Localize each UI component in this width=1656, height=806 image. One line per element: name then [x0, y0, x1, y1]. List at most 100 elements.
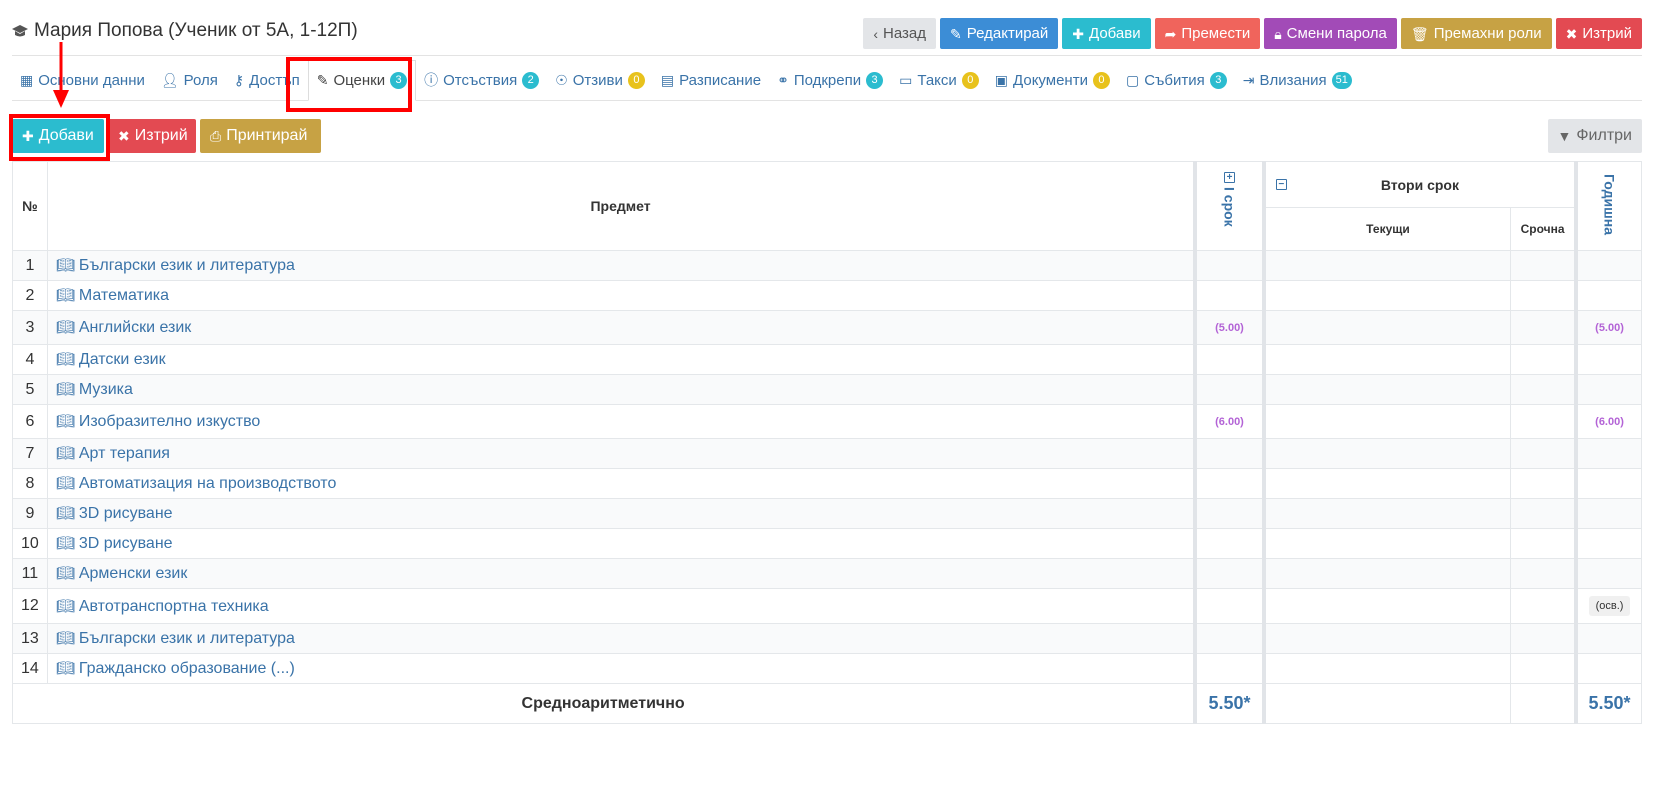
subject-name[interactable]: Автотранспортна техника	[79, 598, 269, 615]
current-grades[interactable]	[1261, 438, 1512, 469]
annual-grade[interactable]	[1574, 468, 1643, 499]
term-grade[interactable]	[1510, 438, 1577, 469]
edit-button[interactable]: ✎ Редактирай	[940, 18, 1059, 49]
col-term1-header[interactable]: + I срок	[1193, 161, 1265, 251]
subject-cell[interactable]: 📖︎ Математика	[46, 280, 1196, 311]
term1-grade[interactable]	[1193, 588, 1265, 624]
term1-grade[interactable]	[1193, 250, 1265, 281]
subject-name[interactable]: Изобразително изкуство	[79, 413, 260, 430]
tab-documents[interactable]: ▣ Документи 0	[987, 60, 1118, 100]
subject-cell[interactable]: 📖︎ Български език и литература	[46, 250, 1196, 281]
subject-name[interactable]: Арменски език	[79, 565, 188, 582]
term-grade[interactable]	[1510, 623, 1577, 654]
tab-logins[interactable]: ⇥ Влизания 51	[1235, 60, 1360, 100]
current-grades[interactable]	[1261, 250, 1512, 281]
subject-name[interactable]: Арт терапия	[79, 445, 170, 462]
annual-grade[interactable]	[1574, 623, 1643, 654]
subject-name[interactable]: Автоматизация на производството	[79, 475, 336, 492]
annual-grade[interactable]: (6.00)	[1574, 404, 1643, 439]
subject-name[interactable]: Датски език	[79, 351, 166, 368]
subject-name[interactable]: 3D рисуване	[79, 535, 173, 552]
tab-basic-data[interactable]: ▦ Основни данни	[12, 60, 153, 100]
expand-icon[interactable]: +	[1223, 172, 1235, 183]
remove-roles-button[interactable]: 🗑︎ Премахни роли	[1400, 18, 1552, 49]
annual-grade[interactable]: (осв.)	[1574, 588, 1643, 624]
current-grades[interactable]	[1261, 374, 1512, 405]
subject-name[interactable]: Български език и литература	[79, 630, 295, 647]
term-grade[interactable]	[1510, 653, 1577, 684]
annual-grade[interactable]: (5.00)	[1574, 310, 1643, 345]
subject-cell[interactable]: 📖︎ Арт терапия	[46, 438, 1196, 469]
term-grade[interactable]	[1510, 404, 1577, 439]
subject-cell[interactable]: 📖︎ Автотранспортна техника	[46, 588, 1196, 624]
term-grade[interactable]	[1510, 374, 1577, 405]
term-grade[interactable]	[1510, 468, 1577, 499]
filters-button[interactable]: ▼ Филтри	[1547, 119, 1642, 153]
subject-name[interactable]: Математика	[79, 287, 169, 304]
tab-events[interactable]: ▢ Събития 3	[1118, 60, 1235, 100]
annual-grade[interactable]	[1574, 558, 1643, 589]
subject-name[interactable]: Музика	[79, 381, 133, 398]
term1-grade[interactable]	[1193, 653, 1265, 684]
annual-grade[interactable]	[1574, 250, 1643, 281]
tab-fees[interactable]: ▭ Такси 0	[891, 60, 987, 100]
current-grades[interactable]	[1261, 588, 1512, 624]
subject-name[interactable]: Български език и литература	[79, 257, 295, 274]
term-grade[interactable]	[1510, 558, 1577, 589]
annual-grade[interactable]	[1574, 280, 1643, 311]
term-grade[interactable]	[1510, 344, 1577, 375]
term1-grade[interactable]	[1193, 468, 1265, 499]
current-grades[interactable]	[1261, 310, 1512, 345]
current-grades[interactable]	[1261, 528, 1512, 559]
term-grade[interactable]	[1510, 250, 1577, 281]
term-grade[interactable]	[1510, 528, 1577, 559]
tab-schedule[interactable]: ▤ Разписание	[653, 60, 769, 100]
back-button[interactable]: ‹ Назад	[863, 18, 937, 49]
subject-cell[interactable]: 📖︎ Английски език	[46, 310, 1196, 345]
current-grades[interactable]	[1261, 344, 1512, 375]
term1-grade[interactable]: (5.00)	[1193, 310, 1265, 345]
term-grade[interactable]	[1510, 498, 1577, 529]
current-grades[interactable]	[1261, 404, 1512, 439]
annual-grade[interactable]	[1574, 344, 1643, 375]
term1-grade[interactable]	[1193, 558, 1265, 589]
tab-grades[interactable]: ✎ Оценки 3	[307, 60, 417, 101]
subject-cell[interactable]: 📖︎ Арменски език	[46, 558, 1196, 589]
current-grades[interactable]	[1261, 498, 1512, 529]
subject-cell[interactable]: 📖︎ Автоматизация на производството	[46, 468, 1196, 499]
subject-cell[interactable]: 📖︎ Гражданско образование (...)	[46, 653, 1196, 684]
current-grades[interactable]	[1261, 653, 1512, 684]
subject-name[interactable]: Гражданско образование (...)	[79, 660, 295, 677]
subject-name[interactable]: 3D рисуване	[79, 505, 173, 522]
term-grade[interactable]	[1510, 280, 1577, 311]
current-grades[interactable]	[1261, 280, 1512, 311]
current-grades[interactable]	[1261, 623, 1512, 654]
tab-absences[interactable]: ⓘ Отсъствия 2	[416, 60, 547, 100]
current-grades[interactable]	[1261, 468, 1512, 499]
term1-grade[interactable]	[1193, 344, 1265, 375]
move-button[interactable]: ➦ Премести	[1154, 18, 1261, 49]
add-grade-button[interactable]: ✚ Добави	[12, 119, 104, 153]
subject-cell[interactable]: 📖︎ Български език и литература	[46, 623, 1196, 654]
delete-button[interactable]: ✖ Изтрий	[1555, 18, 1642, 49]
term1-grade[interactable]	[1193, 280, 1265, 311]
term-grade[interactable]	[1510, 310, 1577, 345]
subject-cell[interactable]: 📖︎ 3D рисуване	[46, 498, 1196, 529]
term1-grade[interactable]	[1193, 438, 1265, 469]
annual-grade[interactable]	[1574, 653, 1643, 684]
subject-cell[interactable]: 📖︎ Датски език	[46, 344, 1196, 375]
annual-grade[interactable]	[1574, 438, 1643, 469]
add-button[interactable]: ✚ Добави	[1062, 18, 1151, 49]
term1-grade[interactable]	[1193, 498, 1265, 529]
annual-grade[interactable]	[1574, 374, 1643, 405]
subject-cell[interactable]: 📖︎ 3D рисуване	[46, 528, 1196, 559]
change-password-button[interactable]: 🔒︎ Смени парола	[1264, 18, 1397, 49]
delete-grade-button[interactable]: ✖ Изтрий	[108, 119, 196, 153]
subject-name[interactable]: Английски език	[79, 319, 191, 336]
tab-support[interactable]: ⚭ Подкрепи 3	[769, 60, 891, 100]
subject-cell[interactable]: 📖︎ Музика	[46, 374, 1196, 405]
current-grades[interactable]	[1261, 558, 1512, 589]
tab-reviews[interactable]: ☉ Отзиви 0	[547, 60, 653, 100]
tab-access[interactable]: ⚷ Достъп	[226, 60, 308, 100]
term1-grade[interactable]	[1193, 374, 1265, 405]
